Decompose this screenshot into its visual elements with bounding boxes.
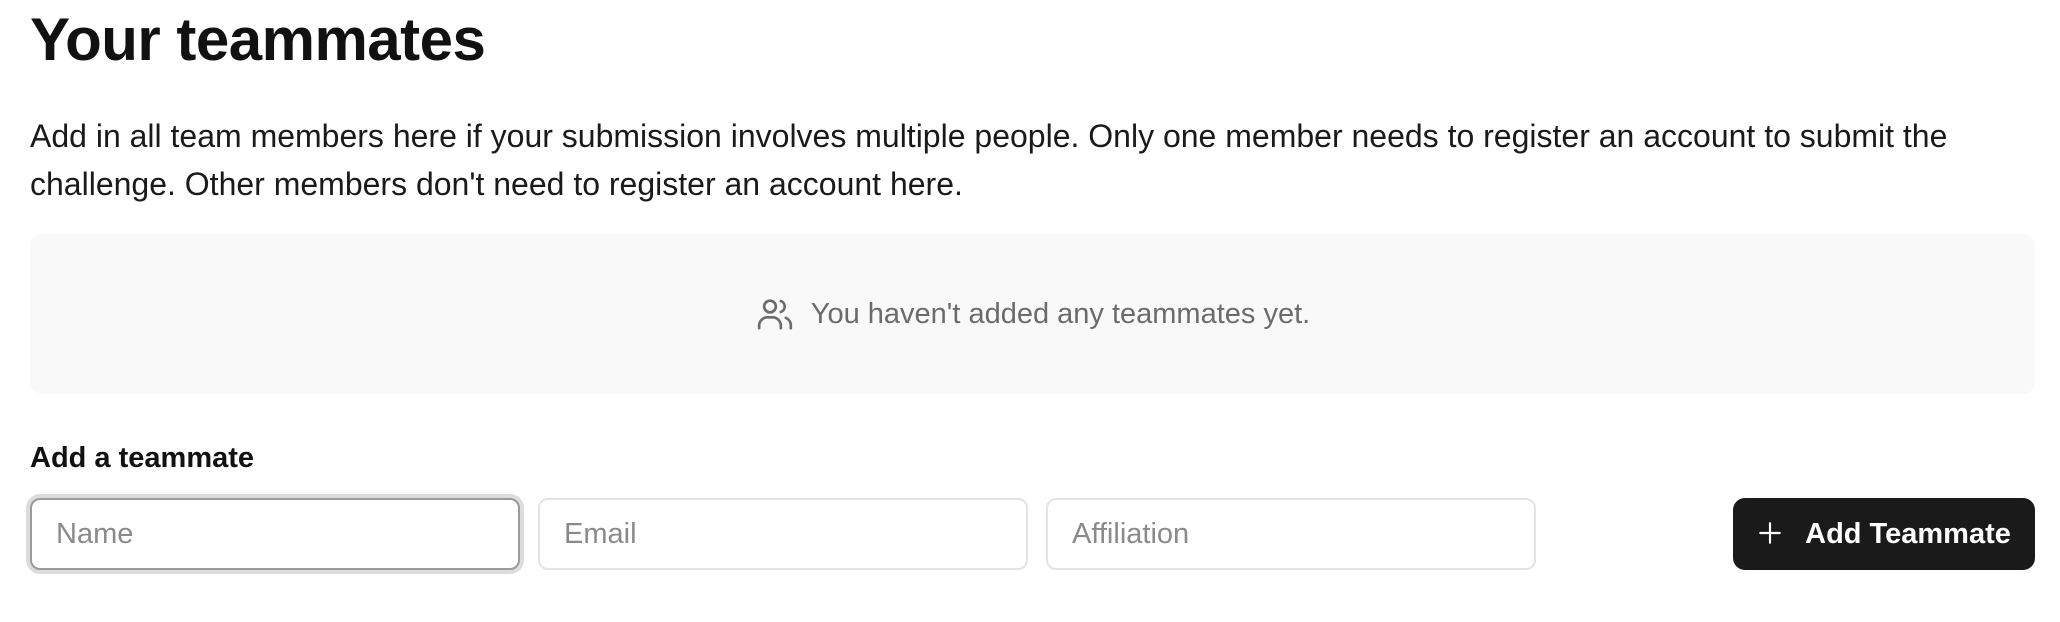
add-teammate-label: Add a teammate — [30, 442, 255, 474]
affiliation-input[interactable] — [1046, 498, 1536, 570]
page-title: Your teammates — [30, 6, 486, 73]
teammates-section: Your teammates Add in all team members h… — [30, 0, 2035, 570]
add-teammate-button-label: Add Teammate — [1805, 517, 2011, 550]
plus-icon — [1757, 516, 1783, 552]
add-teammate-button[interactable]: Add Teammate — [1733, 498, 2035, 570]
empty-teammates-panel: You haven't added any teammates yet. — [30, 234, 2035, 394]
name-input[interactable] — [30, 498, 520, 570]
add-teammate-form: Add Teammate — [30, 498, 2035, 572]
users-icon — [755, 294, 795, 334]
page-description: Add in all team members here if your sub… — [30, 118, 1948, 202]
empty-state-message: You haven't added any teammates yet. — [755, 294, 1310, 334]
email-input[interactable] — [538, 498, 1028, 570]
empty-state-text: You haven't added any teammates yet. — [810, 297, 1311, 330]
